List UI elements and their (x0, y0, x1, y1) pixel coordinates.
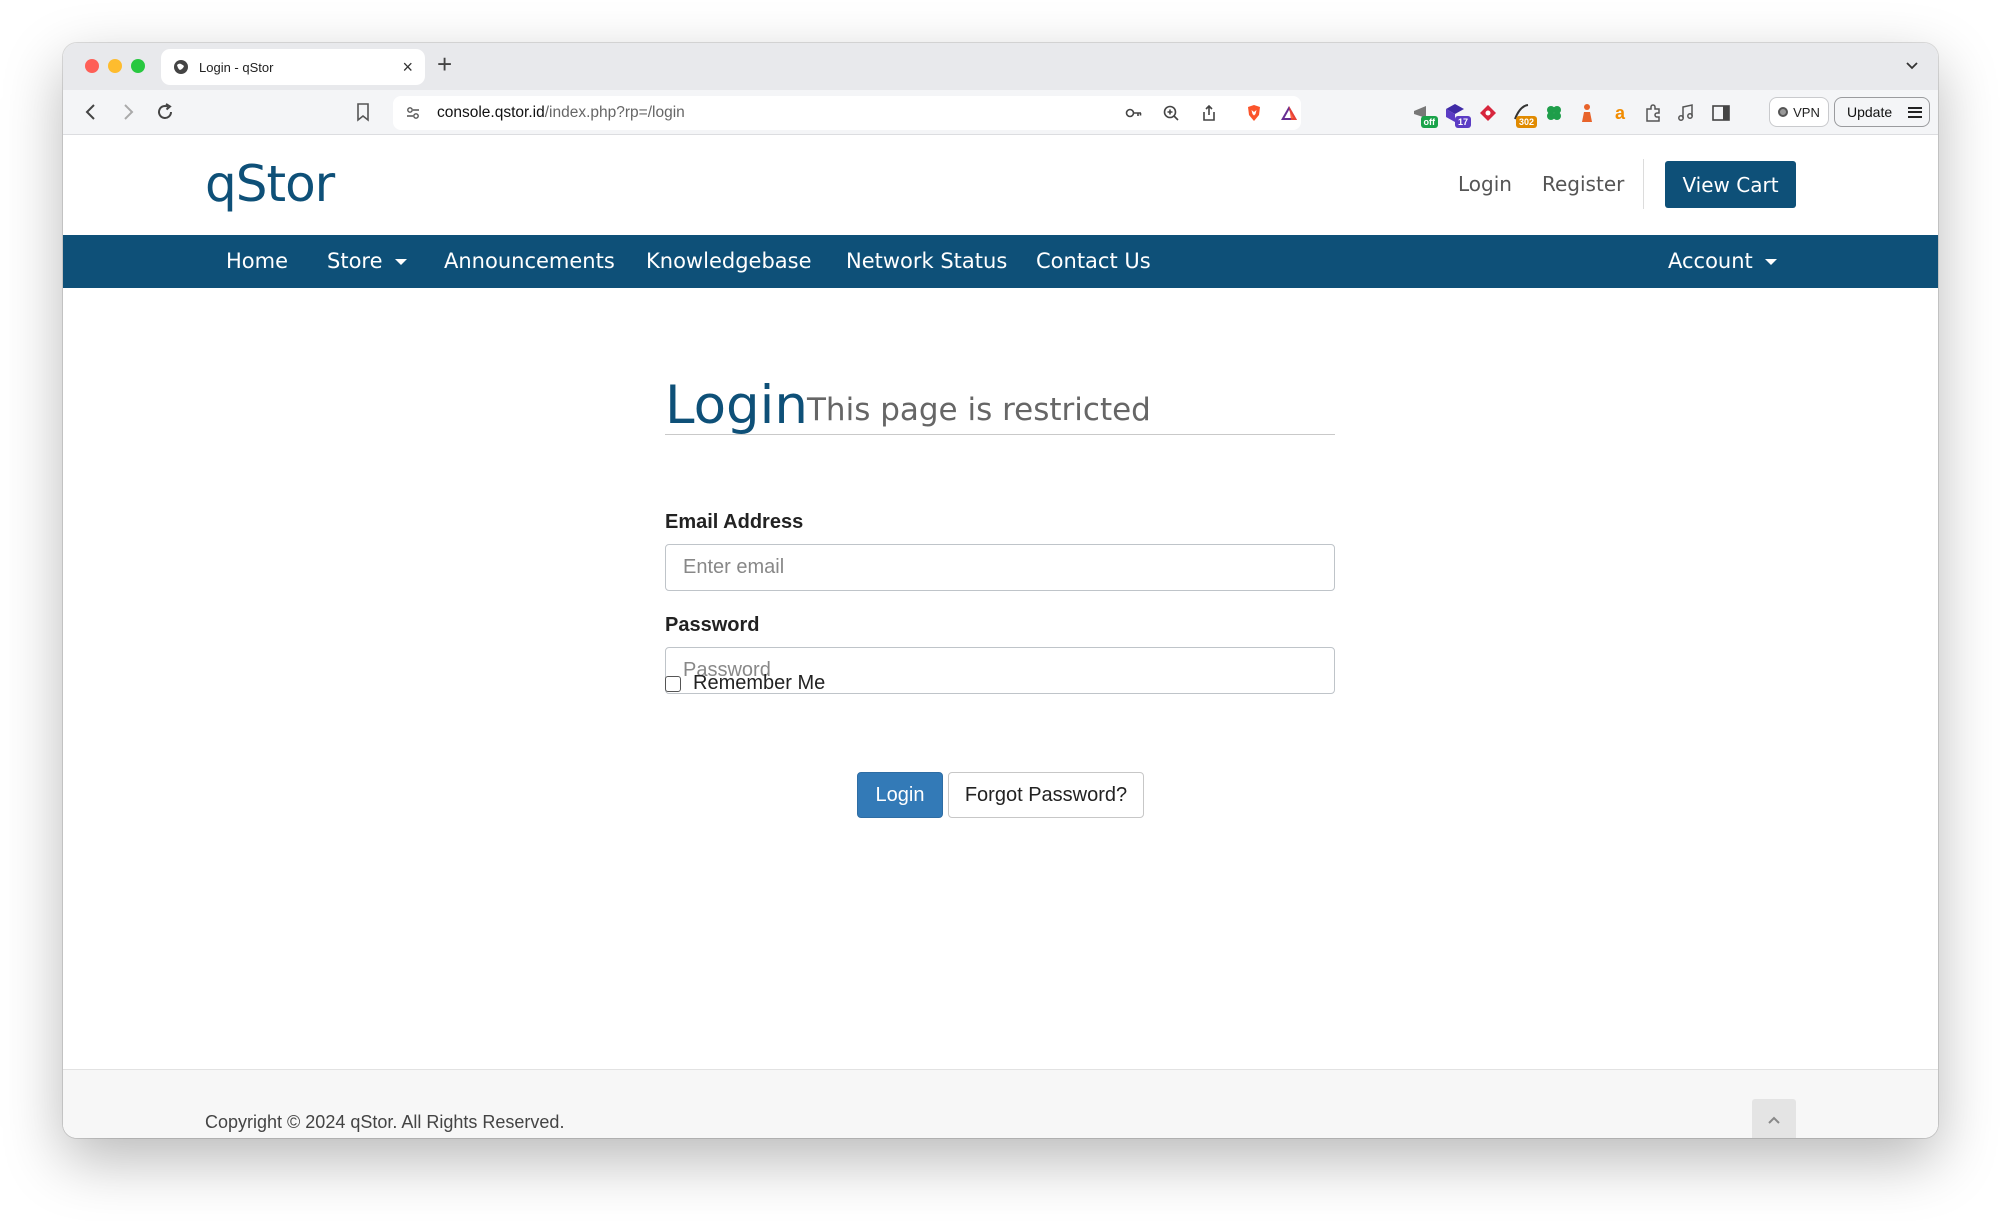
header-divider (1643, 159, 1644, 209)
megaphone-extension-icon[interactable]: off (1410, 101, 1438, 128)
copyright-text: Copyright © 2024 qStor. All Rights Reser… (205, 1112, 565, 1132)
email-field[interactable] (665, 544, 1335, 591)
nav-contact-us[interactable]: Contact Us (1036, 249, 1151, 273)
redirect-extension-icon[interactable]: 302 (1509, 101, 1537, 128)
vpn-status-icon (1778, 107, 1789, 117)
site-footer: Copyright © 2024 qStor. All Rights Reser… (63, 1069, 1938, 1138)
reload-icon[interactable] (154, 101, 176, 123)
page-subtitle: This page is restricted (807, 392, 1151, 428)
update-label: Update (1847, 104, 1893, 120)
email-label: Email Address (665, 511, 804, 533)
vpn-button[interactable]: VPN (1769, 97, 1829, 127)
update-button[interactable]: Update (1834, 97, 1930, 127)
redirect-extension-badge: 302 (1515, 116, 1537, 128)
nav-store[interactable]: Store (327, 249, 407, 273)
nav-account-label: Account (1668, 249, 1753, 273)
cube-extension-badge: 17 (1454, 116, 1471, 128)
tab-close-icon[interactable]: × (402, 58, 413, 76)
site-header: qStor Login Register View Cart (63, 135, 1938, 235)
zoom-icon[interactable] (1162, 104, 1180, 122)
nav-knowledgebase[interactable]: Knowledgebase (646, 249, 812, 273)
chevron-up-icon (1768, 1116, 1780, 1124)
puzzle-extensions-icon[interactable] (1641, 101, 1665, 125)
nav-network-status[interactable]: Network Status (846, 249, 1007, 273)
vpn-label: VPN (1793, 104, 1820, 120)
share-icon[interactable] (1200, 104, 1218, 122)
web-page: qStor Login Register View Cart Home Stor… (63, 135, 1938, 1138)
back-to-top-button[interactable] (1752, 1099, 1796, 1138)
forward-arrow-icon[interactable] (117, 101, 139, 123)
remember-me-label: Remember Me (693, 672, 826, 694)
url-host: console.qstor.id (437, 104, 545, 121)
sidebar-toggle-icon[interactable] (1709, 101, 1733, 125)
chevron-down-icon (394, 259, 407, 265)
login-heading: Login This page is restricted (665, 375, 1335, 436)
view-cart-button[interactable]: View Cart (1665, 161, 1796, 208)
forgot-password-button[interactable]: Forgot Password? (948, 772, 1144, 818)
tab-title: Login - qStor (199, 59, 274, 75)
active-tab[interactable]: Login - qStor × (161, 49, 425, 85)
nav-home[interactable]: Home (226, 249, 288, 273)
letter-a-extension-icon[interactable]: a (1608, 101, 1632, 125)
cube-extension-icon[interactable]: 17 (1443, 101, 1471, 128)
nav-store-label: Store (327, 249, 383, 273)
address-bar[interactable]: console.qstor.id/index.php?rp=/login (393, 96, 1301, 130)
chevron-down-icon (1764, 259, 1777, 265)
nav-account[interactable]: Account (1668, 249, 1777, 273)
close-window-button[interactable] (85, 59, 99, 73)
brave-shield-icon[interactable] (1245, 104, 1263, 122)
zoom-window-button[interactable] (131, 59, 145, 73)
main-navigation: Home Store Announcements Knowledgebase N… (63, 235, 1938, 288)
globe-icon (174, 60, 188, 74)
music-note-icon[interactable] (1674, 101, 1698, 125)
nav-announcements[interactable]: Announcements (444, 249, 615, 273)
url-path: /index.php?rp=/login (544, 104, 685, 121)
remember-me[interactable]: Remember Me (665, 672, 825, 695)
site-settings-icon[interactable] (405, 105, 421, 121)
key-icon[interactable] (1125, 104, 1143, 122)
page-title: Login (665, 375, 808, 436)
minimize-window-button[interactable] (108, 59, 122, 73)
login-button[interactable]: Login (857, 772, 943, 818)
new-tab-button[interactable]: + (437, 51, 452, 77)
password-label: Password (665, 614, 760, 636)
back-arrow-icon[interactable] (80, 101, 102, 123)
header-register-link[interactable]: Register (1542, 172, 1624, 196)
menu-icon (1908, 106, 1923, 118)
tab-bar: Login - qStor × + (63, 43, 1938, 90)
remember-me-checkbox[interactable] (665, 675, 681, 692)
clover-extension-icon[interactable] (1542, 101, 1566, 125)
browser-window: Login - qStor × + console.qstor.id/index… (63, 43, 1938, 1138)
bookmark-icon[interactable] (355, 102, 371, 122)
browser-toolbar: console.qstor.id/index.php?rp=/login off… (63, 90, 1938, 135)
url-text: console.qstor.id/index.php?rp=/login (437, 104, 685, 122)
header-login-link[interactable]: Login (1458, 172, 1512, 196)
megaphone-extension-badge: off (1420, 116, 1438, 128)
figure-extension-icon[interactable] (1575, 101, 1599, 125)
site-logo[interactable]: qStor (205, 155, 335, 213)
tab-list-chevron-icon[interactable] (1904, 57, 1920, 73)
diamond-extension-icon[interactable] (1476, 101, 1500, 125)
rewards-triangle-icon[interactable] (1280, 104, 1298, 122)
